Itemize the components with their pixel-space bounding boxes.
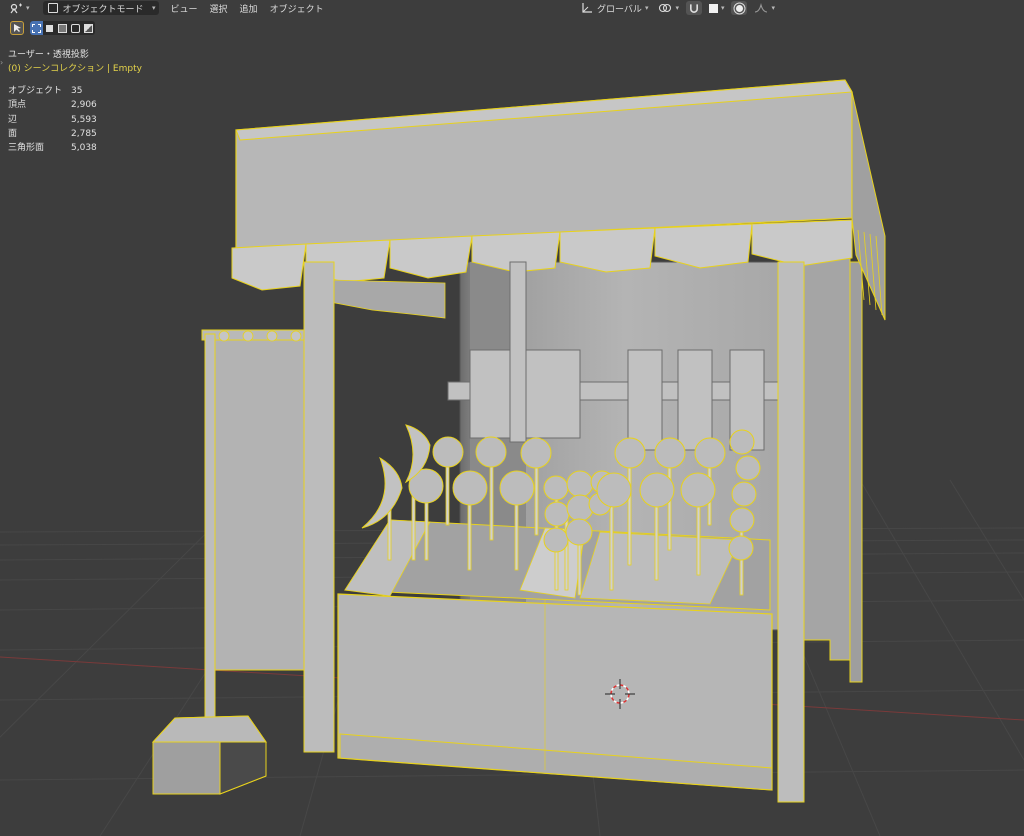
- stall-side-wall[interactable]: [799, 257, 851, 661]
- select-intersect-icon: [84, 23, 93, 33]
- right-post[interactable]: [777, 261, 805, 803]
- select-extend-button[interactable]: [43, 21, 56, 35]
- snap-magnet-icon: [689, 3, 698, 13]
- select-invert-icon: [71, 23, 80, 33]
- chevron-right-icon[interactable]: ›: [0, 58, 3, 67]
- menu-object[interactable]: オブジェクト: [264, 2, 330, 15]
- stat-value: 2,785: [71, 128, 97, 139]
- header-right: グローバル ▾ ▾ ▾ ▾: [578, 1, 778, 15]
- select-subtract-icon: [58, 23, 67, 33]
- select-subtract-button[interactable]: [56, 21, 69, 35]
- select-intersect-button[interactable]: [82, 21, 95, 35]
- chevron-down-icon: ▾: [152, 4, 156, 12]
- stat-row: 頂点 2,906: [8, 98, 97, 112]
- stat-label: 頂点: [8, 100, 27, 111]
- falloff-dropdown[interactable]: ▾: [751, 1, 778, 15]
- select-tool-button[interactable]: [10, 21, 24, 35]
- stat-label: 三角形面: [8, 143, 45, 154]
- counter-front[interactable]: [337, 593, 773, 791]
- proportional-edit-icon: [735, 4, 743, 12]
- scene-statistics: オブジェクト 35 頂点 2,906 辺 5,593 面 2,785 三角形面 5,038: [8, 84, 97, 155]
- mode-dropdown[interactable]: オブジェクトモード ▾: [42, 1, 159, 15]
- menu-select[interactable]: 選択: [204, 2, 234, 15]
- snap-toggle[interactable]: [685, 1, 702, 15]
- view-name: ユーザー・透視投影: [8, 50, 89, 60]
- proportional-edit-toggle[interactable]: [731, 1, 748, 15]
- select-new-icon: [32, 23, 41, 33]
- chevron-down-icon: ▾: [644, 4, 649, 12]
- right-post-back[interactable]: [849, 261, 863, 683]
- transform-orientation-dropdown[interactable]: グローバル ▾: [578, 1, 651, 15]
- stat-row: 面 2,785: [8, 127, 97, 141]
- select-new-button[interactable]: [30, 21, 43, 35]
- stat-value: 35: [71, 86, 83, 96]
- mode-label: オブジェクトモード: [62, 4, 144, 15]
- collection-info: (0) シーンコレクション | Empty: [8, 64, 142, 74]
- select-extend-icon: [46, 24, 53, 32]
- stat-label: オブジェクト: [8, 86, 63, 96]
- stat-row: 三角形面 5,038: [8, 141, 97, 155]
- select-invert-button[interactable]: [69, 21, 82, 35]
- chevron-down-icon: ▾: [675, 4, 679, 12]
- menu-add[interactable]: 追加: [234, 2, 264, 15]
- object-mode-icon: [47, 3, 58, 13]
- stat-value: 5,038: [71, 143, 97, 154]
- stat-row: 辺 5,593: [8, 113, 97, 127]
- tool-settings-row: [10, 21, 95, 35]
- chevron-down-icon: ▾: [26, 4, 30, 12]
- viewport-header: ▾ オブジェクトモード ▾ ビュー 選択 追加 オブジェクト グローバル ▾ ▾…: [0, 0, 1024, 16]
- stat-label: 面: [8, 128, 18, 139]
- orientation-label: グローバル: [597, 4, 642, 15]
- 3d-viewport[interactable]: ▾ オブジェクトモード ▾ ビュー 選択 追加 オブジェクト グローバル ▾ ▾…: [0, 0, 1024, 836]
- pivot-dropdown[interactable]: ▾: [655, 1, 682, 15]
- falloff-curve-icon: [755, 3, 768, 13]
- header-menus: ビュー 選択 追加 オブジェクト: [165, 2, 330, 15]
- stat-value: 2,906: [71, 100, 97, 111]
- stat-value: 5,593: [71, 114, 97, 125]
- viewport-icon: [10, 3, 22, 13]
- snap-target-dropdown[interactable]: ▾: [706, 1, 728, 15]
- chevron-down-icon: ▾: [771, 4, 775, 12]
- cursor-arrow-icon: [13, 24, 21, 32]
- stat-label: 辺: [8, 114, 18, 125]
- stat-row: オブジェクト 35: [8, 84, 97, 98]
- square-icon: [708, 3, 718, 13]
- chevron-down-icon: ▾: [720, 4, 725, 12]
- inner-valance[interactable]: [329, 279, 446, 319]
- menu-view[interactable]: ビュー: [165, 2, 204, 15]
- pivot-icon: [659, 3, 672, 13]
- editor-type-button[interactable]: ▾: [6, 1, 33, 15]
- transform-orientation-icon: [582, 3, 593, 13]
- scene-view[interactable]: [0, 0, 1024, 836]
- selection-mode-group: [30, 21, 95, 35]
- flag-banner[interactable]: [151, 329, 323, 795]
- left-post[interactable]: [303, 261, 335, 753]
